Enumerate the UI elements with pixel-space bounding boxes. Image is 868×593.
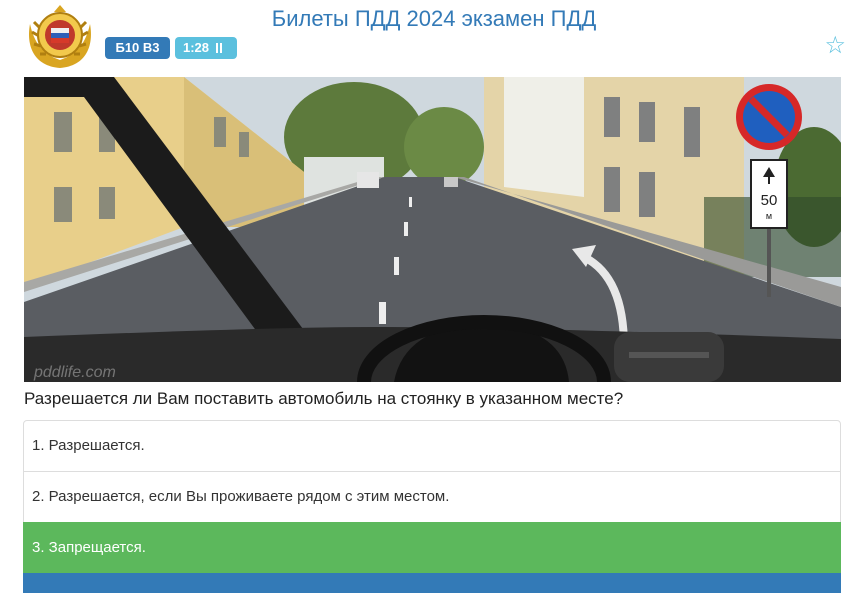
image-watermark: pddlife.com (33, 364, 116, 381)
sign-distance-value: 50 (761, 192, 778, 209)
answer-option-2[interactable]: 2. Разрешается, если Вы проживаете рядом… (23, 471, 841, 523)
question-image: 50 м pddlife.com (24, 77, 841, 382)
sign-distance-unit: м (766, 211, 772, 221)
favorite-star-icon[interactable]: ☆ (824, 34, 846, 58)
answer-option-3[interactable]: 3. Запрещается. (23, 522, 841, 574)
page-title: Билеты ПДД 2024 экзамен ПДД (271, 6, 597, 31)
answer-list: 1. Разрешается. 2. Разрешается, если Вы … (23, 420, 841, 593)
timer-badge[interactable]: 1:28 (175, 37, 237, 59)
answer-option-1[interactable]: 1. Разрешается. (23, 420, 841, 472)
pause-icon[interactable] (215, 38, 224, 60)
question-text: Разрешается ли Вам поставить автомобиль … (24, 389, 624, 408)
next-button[interactable] (23, 573, 841, 593)
timer-value: 1:28 (183, 40, 210, 55)
ticket-badge: Б10 В3 (105, 37, 170, 59)
